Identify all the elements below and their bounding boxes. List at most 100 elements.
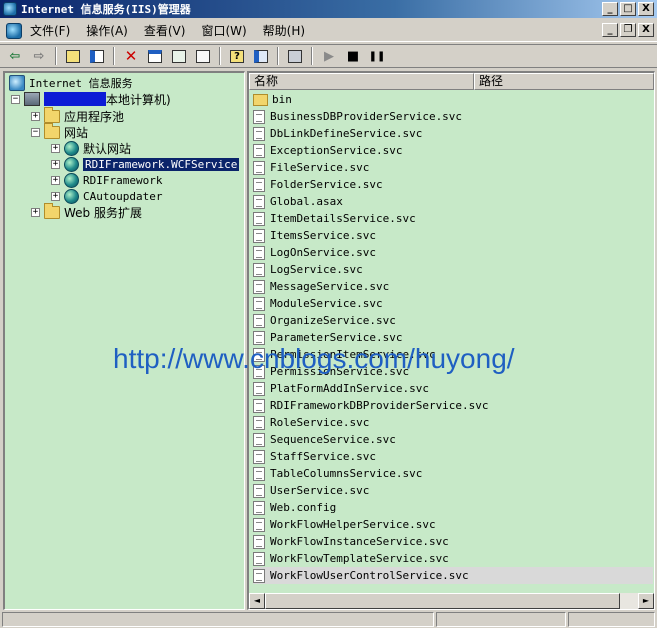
expand-toggle[interactable]: + — [51, 143, 60, 153]
scroll-left-button[interactable]: ◄ — [249, 593, 265, 609]
tree-node-root[interactable]: Internet 信息服务 — [9, 75, 133, 91]
file-icon — [253, 330, 265, 345]
list-item[interactable]: FolderService.svc — [253, 176, 653, 193]
collapse-toggle[interactable]: − — [31, 127, 40, 137]
stop-button[interactable]: ■ — [342, 46, 364, 66]
horizontal-scrollbar[interactable]: ◄ ► — [249, 593, 654, 609]
tree-pane[interactable]: Internet 信息服务 − 本地计算机) + 应用程序池 − 网站 + 默认… — [3, 71, 245, 610]
list-item[interactable]: ItemsService.svc — [253, 227, 653, 244]
mmc-document-icon[interactable] — [6, 22, 22, 39]
up-one-level-button[interactable] — [62, 46, 84, 66]
list-item[interactable]: Global.asax — [253, 193, 653, 210]
close-button[interactable]: X — [638, 2, 654, 16]
redacted-computer-name — [44, 92, 106, 106]
maximize-button[interactable]: □ — [620, 2, 636, 16]
pause-button[interactable]: ❚❚ — [366, 46, 388, 66]
start-button[interactable]: ▶ — [318, 46, 340, 66]
back-button[interactable]: ⇦ — [4, 46, 26, 66]
list-item[interactable]: LogService.svc — [253, 261, 653, 278]
tree-node-site[interactable]: + RDIFramework — [51, 172, 162, 188]
column-header-name[interactable]: 名称 — [249, 73, 474, 90]
mdi-restore-button[interactable]: ❐ — [620, 23, 636, 37]
list-item[interactable]: FileService.svc — [253, 159, 653, 176]
list-item[interactable]: Web.config — [253, 499, 653, 516]
list-item[interactable]: ExceptionService.svc — [253, 142, 653, 159]
list-item[interactable]: UserService.svc — [253, 482, 653, 499]
delete-button[interactable]: ✕ — [120, 46, 142, 66]
file-icon — [253, 381, 265, 396]
tree-node-web-extensions[interactable]: + Web 服务扩展 — [31, 202, 142, 220]
help-button[interactable]: ? — [226, 46, 248, 66]
tree-node-label: Internet 信息服务 — [29, 77, 133, 90]
menu-window[interactable]: 窗口(W) — [193, 20, 254, 41]
list-item[interactable]: WorkFlowHelperService.svc — [253, 516, 653, 533]
list-item[interactable]: ItemDetailsService.svc — [253, 210, 653, 227]
list-pane[interactable]: 名称 路径 bin BusinessDBProviderService.svc Db… — [247, 71, 655, 610]
expand-toggle[interactable]: + — [51, 159, 60, 169]
export-list-button[interactable] — [192, 46, 214, 66]
list-item[interactable]: WorkFlowInstanceService.svc — [253, 533, 653, 550]
file-icon — [253, 194, 265, 209]
computer-button[interactable] — [284, 46, 306, 66]
forward-button[interactable]: ⇨ — [28, 46, 50, 66]
list-item[interactable]: PermissionItemService.svc — [253, 346, 653, 363]
mdi-minimize-button[interactable]: _ — [602, 23, 618, 37]
expand-toggle[interactable]: + — [31, 111, 40, 121]
list-item[interactable]: bin — [253, 91, 653, 108]
list-item[interactable]: BusinessDBProviderService.svc — [253, 108, 653, 125]
list-item[interactable]: SequenceService.svc — [253, 431, 653, 448]
tree-node-site-selected[interactable]: + RDIFramework.WCFService — [51, 156, 240, 172]
folder-icon — [253, 93, 268, 106]
list-item[interactable]: WorkFlowUserControlService.svc — [253, 567, 653, 584]
expand-toggle[interactable]: + — [51, 191, 60, 201]
list-item[interactable]: OrganizeService.svc — [253, 312, 653, 329]
column-header-path[interactable]: 路径 — [474, 73, 654, 90]
list-item-name: PlatFormAddInService.svc — [270, 382, 429, 395]
tree-node-site[interactable]: + CAutoupdater — [51, 188, 162, 204]
list-item[interactable]: PlatFormAddInService.svc — [253, 380, 653, 397]
list-item[interactable]: MessageService.svc — [253, 278, 653, 295]
menu-action[interactable]: 操作(A) — [78, 20, 136, 41]
expand-toggle[interactable]: + — [51, 175, 60, 185]
list-item[interactable]: RoleService.svc — [253, 414, 653, 431]
list-item[interactable]: RDIFrameworkDBProviderService.svc — [253, 397, 653, 414]
file-icon — [253, 143, 265, 158]
list-item-name: PermissionService.svc — [270, 365, 410, 378]
status-cell — [436, 612, 566, 627]
list-item-name: StaffService.svc — [270, 450, 376, 463]
scroll-thumb[interactable] — [265, 593, 620, 609]
delete-icon: ✕ — [124, 47, 138, 65]
tree-node-computer[interactable]: − 本地计算机) — [11, 91, 171, 107]
properties-button[interactable] — [144, 46, 166, 66]
list-item[interactable]: WorkFlowTemplateService.svc — [253, 550, 653, 567]
list-item[interactable]: ParameterService.svc — [253, 329, 653, 346]
file-icon — [253, 517, 265, 532]
scroll-right-button[interactable]: ► — [638, 593, 654, 609]
refresh-button[interactable] — [168, 46, 190, 66]
list-item-name: LogOnService.svc — [270, 246, 376, 259]
website-globe-icon — [64, 156, 79, 172]
list-item[interactable]: LogOnService.svc — [253, 244, 653, 261]
view-button[interactable] — [250, 46, 272, 66]
list-item[interactable]: ModuleService.svc — [253, 295, 653, 312]
tree-node-websites[interactable]: − 网站 — [31, 122, 88, 140]
file-icon — [253, 228, 265, 243]
tree-node-site[interactable]: + 默认网站 — [51, 140, 131, 156]
list-item[interactable]: PermissionService.svc — [253, 363, 653, 380]
list-item[interactable]: TableColumnsService.svc — [253, 465, 653, 482]
menu-file[interactable]: 文件(F) — [22, 20, 78, 41]
expand-toggle[interactable]: + — [31, 207, 40, 217]
tree-node-label: RDIFramework — [83, 173, 163, 187]
collapse-toggle[interactable]: − — [11, 94, 20, 104]
list-item[interactable]: StaffService.svc — [253, 448, 653, 465]
list-item[interactable]: DbLinkDefineService.svc — [253, 125, 653, 142]
mdi-close-button[interactable]: X — [638, 23, 654, 37]
file-icon — [253, 534, 265, 549]
menu-help[interactable]: 帮助(H) — [255, 20, 313, 41]
tree-node-label: Web 服务扩展 — [64, 205, 142, 220]
scroll-track[interactable] — [620, 593, 638, 609]
menu-view[interactable]: 查看(V) — [136, 20, 194, 41]
show-hide-tree-button[interactable] — [86, 46, 108, 66]
minimize-button[interactable]: _ — [602, 2, 618, 16]
computer-icon — [288, 49, 302, 63]
